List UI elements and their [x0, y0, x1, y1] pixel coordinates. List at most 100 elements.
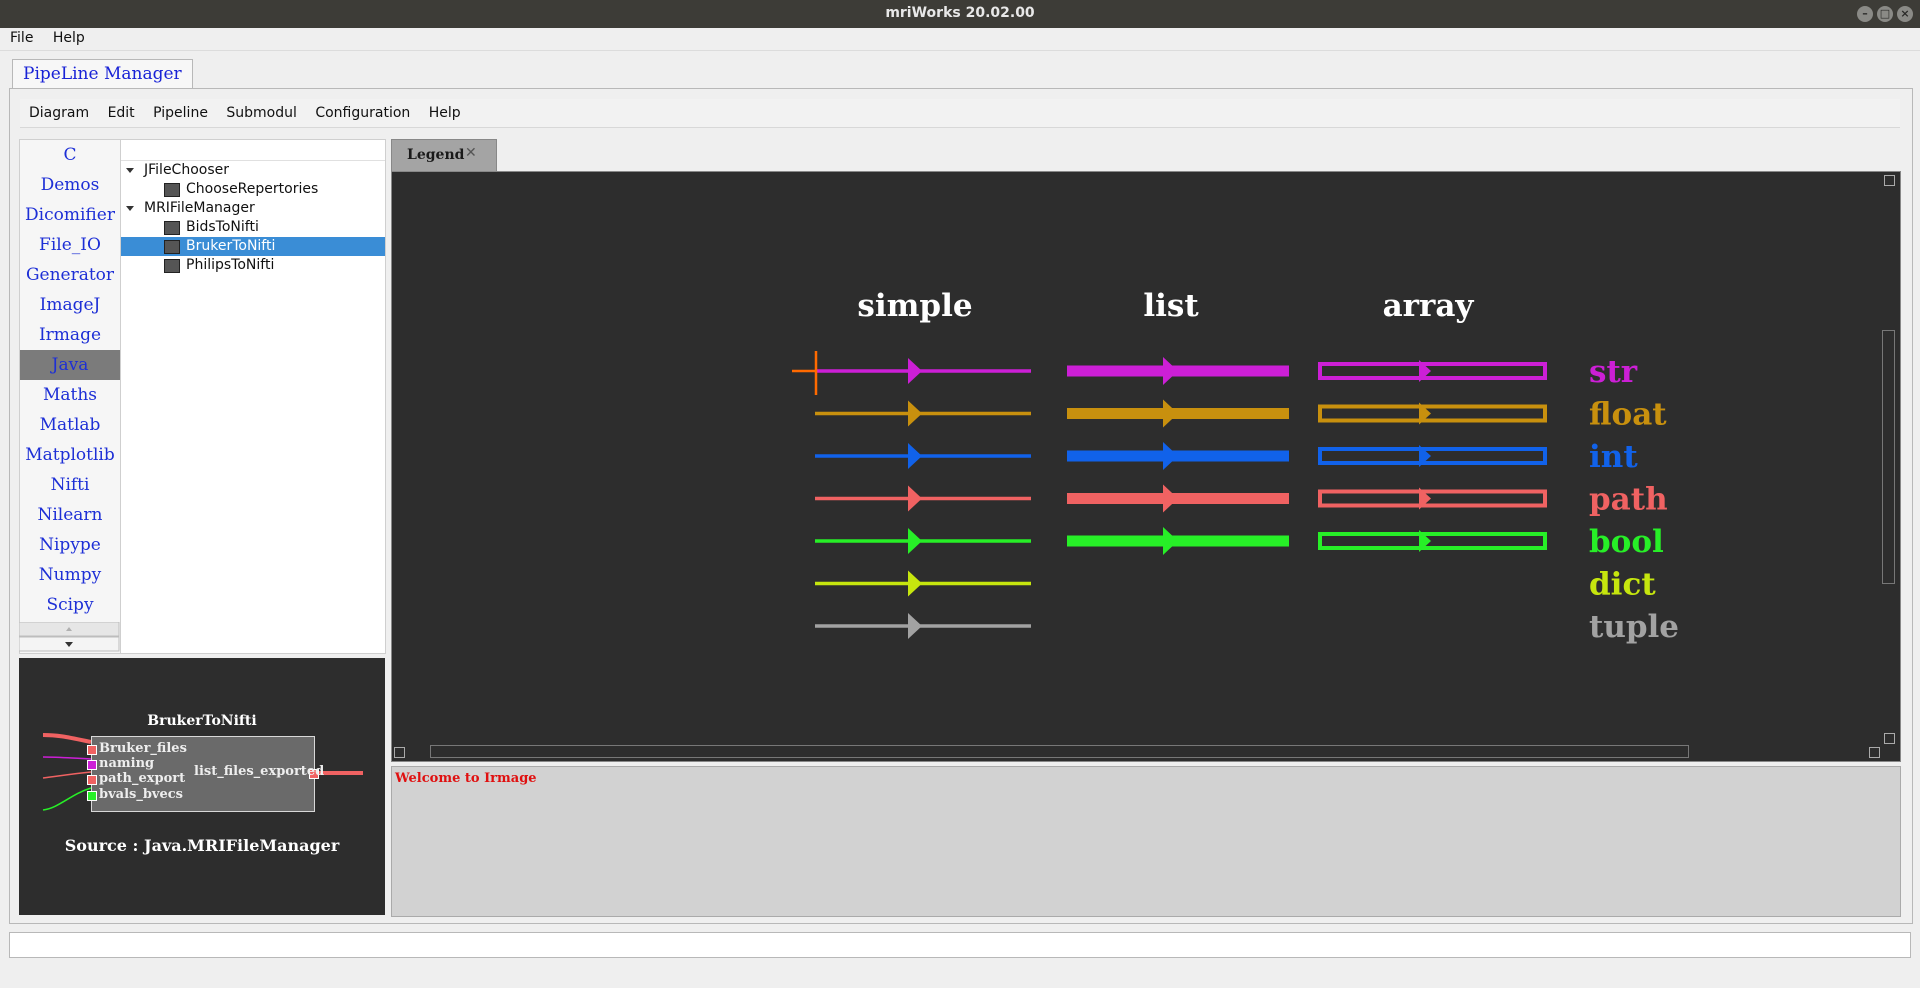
arrow-icon	[908, 485, 922, 512]
link-bvals-bvecs	[42, 787, 92, 811]
module-icon	[164, 183, 180, 197]
close-icon[interactable]: ✕	[465, 145, 477, 161]
input-port[interactable]	[87, 775, 97, 785]
input-port[interactable]	[87, 760, 97, 770]
preview-block[interactable]: Bruker_files naming path_export bvals_bv…	[87, 736, 324, 812]
category-item[interactable]: Dicomifier	[20, 200, 120, 230]
diagram-canvas[interactable]: simple list array str float int path bool dict tu…	[391, 171, 1901, 762]
corner-button[interactable]	[1884, 175, 1895, 186]
arrow-icon	[908, 528, 922, 554]
tree-group[interactable]: MRIFileManager	[121, 199, 385, 218]
log-panel: Welcome to Irmage	[391, 766, 1901, 917]
legend-type-label: float	[1589, 397, 1667, 433]
block-preview: BrukerToNifti Bruker_files naming path_e…	[19, 658, 385, 915]
input-port[interactable]	[87, 745, 97, 755]
close-window-button[interactable]: ×	[1897, 6, 1913, 22]
maximize-button[interactable]: □	[1877, 6, 1893, 22]
corner-button[interactable]	[394, 747, 405, 758]
menu-help[interactable]: Help	[48, 28, 90, 48]
module-icon	[164, 221, 180, 235]
legend-type-label: str	[1589, 354, 1638, 390]
tree-item-selected[interactable]: BrukerToNifti	[121, 237, 385, 256]
category-item[interactable]: Numpy	[20, 560, 120, 590]
category-item[interactable]: Matlab	[20, 410, 120, 440]
category-item[interactable]: Scipy	[20, 590, 120, 620]
tree-item[interactable]: ChooseRepertories	[121, 180, 385, 199]
tab-legend-label: Legend	[407, 147, 465, 163]
window-title: mriWorks 20.02.00	[885, 5, 1035, 21]
legend-type-label: tuple	[1589, 609, 1679, 645]
arrow-icon	[908, 358, 922, 384]
arrow-icon	[1163, 357, 1178, 385]
link-naming	[42, 756, 92, 760]
category-item[interactable]: File_IO	[20, 230, 120, 260]
menu-diagram[interactable]: Diagram	[24, 99, 94, 127]
legend-header-array: array	[1383, 288, 1475, 324]
menu-configuration[interactable]: Configuration	[310, 99, 415, 127]
corner-button[interactable]	[1884, 733, 1895, 744]
legend-header-simple: simple	[857, 288, 972, 324]
link-bruker-files	[42, 733, 92, 744]
category-item-selected[interactable]: Java	[20, 350, 120, 380]
expand-arrow-icon[interactable]	[126, 168, 134, 173]
legend-type-label: dict	[1589, 567, 1656, 603]
menu-file[interactable]: File	[5, 28, 38, 48]
category-item[interactable]: Matplotlib	[20, 440, 120, 470]
category-scroll-buttons	[19, 622, 120, 652]
tree-header	[121, 140, 385, 161]
category-item[interactable]: Nipype	[20, 530, 120, 560]
log-message: Welcome to Irmage	[395, 771, 537, 786]
legend-type-label: bool	[1589, 524, 1664, 560]
array-link	[1318, 489, 1547, 508]
menu-submodul[interactable]: Submodul	[221, 99, 302, 127]
tree-item-label: ChooseRepertories	[186, 181, 319, 197]
menu-edit[interactable]: Edit	[103, 99, 140, 127]
legend-row-bool: bool	[815, 524, 1664, 560]
category-item[interactable]: Nilearn	[20, 500, 120, 530]
category-item[interactable]: Irmage	[20, 320, 120, 350]
legend-row-dict: dict	[815, 567, 1656, 603]
array-link	[1318, 404, 1547, 423]
category-item[interactable]: Generator	[20, 260, 120, 290]
tab-legend[interactable]: Legend ✕	[391, 139, 497, 173]
category-item[interactable]: ImageJ	[20, 290, 120, 320]
arrow-icon	[908, 400, 922, 427]
cursor-crosshair-icon	[792, 351, 818, 395]
vertical-scrollbar[interactable]	[1882, 330, 1895, 584]
arrow-icon	[1163, 527, 1178, 555]
minimize-button[interactable]: –	[1857, 6, 1873, 22]
legend-row-tuple: tuple	[815, 609, 1679, 645]
category-item[interactable]: Demos	[20, 170, 120, 200]
arrow-icon	[908, 443, 922, 469]
status-bar	[9, 932, 1911, 958]
legend-type-label: int	[1589, 439, 1638, 475]
preview-source: Source : Java.MRIFileManager	[64, 836, 340, 855]
title-bar: mriWorks 20.02.00 – □ ×	[0, 0, 1920, 28]
tree-item-label: BrukerToNifti	[186, 238, 276, 254]
pipeline-menu-bar: Diagram Edit Pipeline Submodul Configura…	[20, 99, 1900, 128]
legend-header-list: list	[1143, 288, 1199, 324]
expand-arrow-icon[interactable]	[126, 206, 134, 211]
menu-pipeline[interactable]: Pipeline	[148, 99, 213, 127]
tree-item-label: PhilipsToNifti	[186, 257, 275, 273]
tree-item[interactable]: BidsToNifti	[121, 218, 385, 237]
arrow-icon	[1163, 484, 1178, 513]
corner-button[interactable]	[1869, 747, 1880, 758]
category-item[interactable]: C	[20, 140, 120, 170]
menu-help-inner[interactable]: Help	[424, 99, 466, 127]
category-item[interactable]: Nifti	[20, 470, 120, 500]
category-list: C Demos Dicomifier File_IO Generator Ima…	[19, 139, 121, 654]
horizontal-scrollbar[interactable]	[430, 745, 1689, 758]
input-port[interactable]	[87, 791, 97, 801]
module-icon	[164, 259, 180, 273]
legend-row-str: str	[815, 354, 1638, 390]
tree-group-label: MRIFileManager	[144, 200, 255, 216]
tab-pipeline-manager[interactable]: PipeLine Manager	[12, 59, 193, 88]
tree-item[interactable]: PhilipsToNifti	[121, 256, 385, 275]
legend-row-path: path	[815, 482, 1668, 518]
module-tree: JFileChooser ChooseRepertories MRIFileMa…	[120, 139, 386, 654]
category-item[interactable]: Maths	[20, 380, 120, 410]
arrow-icon	[1163, 399, 1178, 428]
arrow-icon	[1163, 442, 1178, 470]
tree-group[interactable]: JFileChooser	[121, 161, 385, 180]
